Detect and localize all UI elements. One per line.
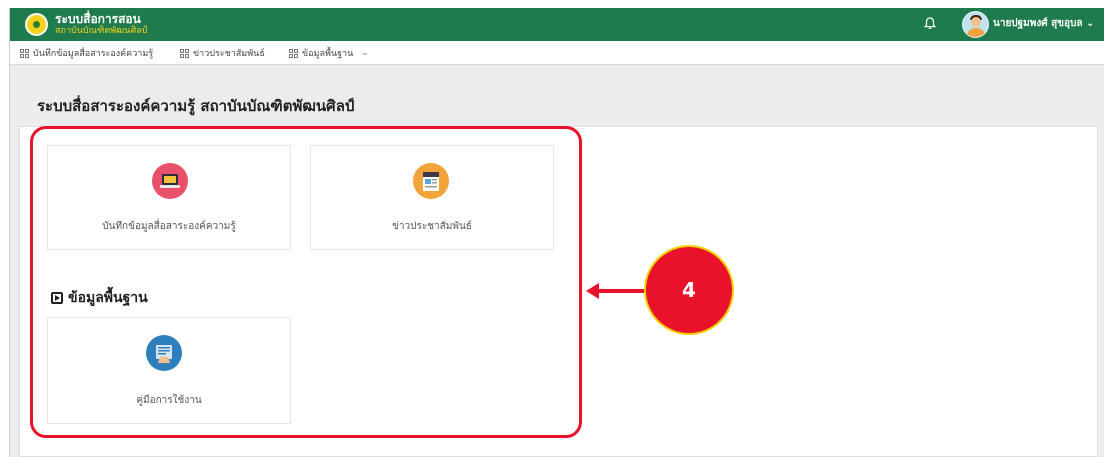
app-window: ระบบสื่อการสอน สถาบันบัณฑิตพัฒนศิลป์ นาย…	[9, 8, 1104, 457]
annotation-arrow	[596, 289, 646, 293]
user-avatar[interactable]	[962, 11, 989, 38]
main-menu: บันทึกข้อมูลสื่อสาระองค์ความรู้ ข่าวประช…	[10, 41, 1104, 65]
brand-title[interactable]: ระบบสื่อการสอน	[55, 12, 141, 26]
annotation-highlight-box	[30, 126, 582, 438]
brand-subtitle: สถาบันบัณฑิตพัฒนศิลป์	[55, 26, 148, 36]
top-bar: ระบบสื่อการสอน สถาบันบัณฑิตพัฒนศิลป์ นาย…	[10, 8, 1104, 41]
annotation-step-badge: 4	[644, 245, 734, 335]
arrow-left-icon	[586, 283, 599, 299]
menu-item-label: ข้อมูลพื้นฐาน	[302, 49, 354, 59]
grid-icon	[180, 48, 189, 58]
menu-item-label: ข่าวประชาสัมพันธ์	[193, 49, 265, 59]
user-menu[interactable]: นายปฐมพงศ์ สุขอุบล ⌄	[993, 17, 1094, 31]
menu-item-news[interactable]: ข่าวประชาสัมพันธ์	[180, 41, 265, 65]
user-name: นายปฐมพงศ์ สุขอุบล	[993, 18, 1083, 29]
menu-item-knowledge[interactable]: บันทึกข้อมูลสื่อสาระองค์ความรู้	[20, 41, 153, 65]
menu-item-label: บันทึกข้อมูลสื่อสาระองค์ความรู้	[33, 49, 154, 59]
menu-item-basic-data[interactable]: ข้อมูลพื้นฐาน ⌄	[289, 41, 369, 65]
grid-icon	[20, 48, 29, 58]
page-title: ระบบสื่อสาระองค์ความรู้ สถาบันบัณฑิตพัฒน…	[37, 97, 355, 115]
notification-bell-icon[interactable]	[922, 17, 938, 33]
grid-icon	[289, 48, 298, 58]
chevron-down-icon: ⌄	[361, 48, 369, 58]
institute-logo[interactable]	[25, 13, 48, 36]
chevron-down-icon: ⌄	[1085, 18, 1095, 29]
